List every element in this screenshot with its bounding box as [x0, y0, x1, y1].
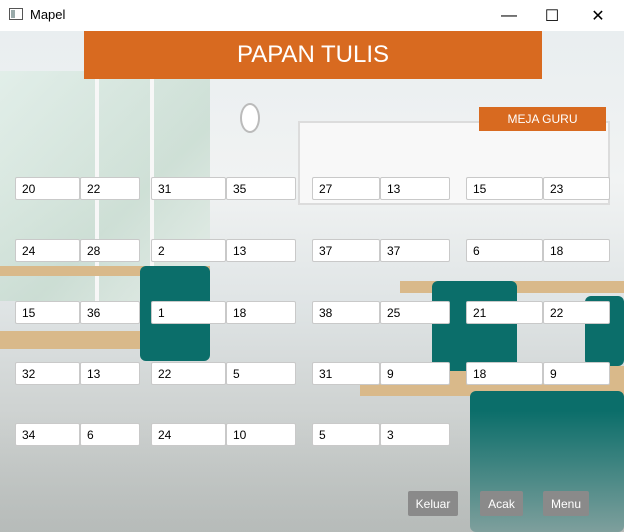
- seat-field[interactable]: 31: [151, 177, 226, 200]
- seat-field[interactable]: 23: [543, 177, 610, 200]
- seat-field[interactable]: 24: [151, 423, 226, 446]
- app-window: Mapel — ☐ ✕ PAPAN TULIS MEJA GURU 20 22 …: [0, 0, 624, 532]
- window-title: Mapel: [30, 7, 66, 22]
- seat-field[interactable]: 31: [312, 362, 380, 385]
- seat-field[interactable]: 15: [15, 301, 80, 324]
- minimize-icon[interactable]: —: [486, 0, 532, 31]
- seat-field[interactable]: 9: [380, 362, 450, 385]
- seat-field[interactable]: 18: [543, 239, 610, 262]
- seat-field[interactable]: 28: [80, 239, 140, 262]
- desk-scenery: [0, 331, 150, 349]
- menu-button[interactable]: Menu: [543, 491, 589, 516]
- seat-field[interactable]: 6: [80, 423, 140, 446]
- seat-field[interactable]: 34: [15, 423, 80, 446]
- seat-field[interactable]: 25: [380, 301, 450, 324]
- shuffle-button[interactable]: Acak: [480, 491, 523, 516]
- seat-field[interactable]: 22: [80, 177, 140, 200]
- teacher-desk-label: MEJA GURU: [479, 107, 606, 131]
- title-bar: Mapel — ☐ ✕: [0, 0, 624, 31]
- seat-field[interactable]: 18: [226, 301, 296, 324]
- clock-icon: [240, 103, 260, 133]
- seat-field[interactable]: 24: [15, 239, 80, 262]
- seat-field[interactable]: 38: [312, 301, 380, 324]
- seat-field[interactable]: 22: [543, 301, 610, 324]
- seat-field[interactable]: 10: [226, 423, 296, 446]
- seat-field[interactable]: 21: [466, 301, 543, 324]
- maximize-icon[interactable]: ☐: [529, 0, 575, 31]
- seat-field[interactable]: 2: [151, 239, 226, 262]
- app-icon: [9, 8, 23, 20]
- seat-field[interactable]: 6: [466, 239, 543, 262]
- seat-field[interactable]: 13: [226, 239, 296, 262]
- close-icon[interactable]: ✕: [575, 0, 621, 31]
- seat-field[interactable]: 9: [543, 362, 610, 385]
- seat-field[interactable]: 5: [312, 423, 380, 446]
- seat-field[interactable]: 3: [380, 423, 450, 446]
- seat-field[interactable]: 18: [466, 362, 543, 385]
- seat-field[interactable]: 22: [151, 362, 226, 385]
- seat-field[interactable]: 37: [312, 239, 380, 262]
- seat-field[interactable]: 32: [15, 362, 80, 385]
- seat-field[interactable]: 13: [80, 362, 140, 385]
- seat-field[interactable]: 20: [15, 177, 80, 200]
- seat-field[interactable]: 35: [226, 177, 296, 200]
- board-label: PAPAN TULIS: [84, 31, 542, 79]
- seat-field[interactable]: 27: [312, 177, 380, 200]
- seat-field[interactable]: 13: [380, 177, 450, 200]
- seat-field[interactable]: 15: [466, 177, 543, 200]
- seat-field[interactable]: 5: [226, 362, 296, 385]
- seat-field[interactable]: 36: [80, 301, 140, 324]
- seat-field[interactable]: 37: [380, 239, 450, 262]
- exit-button[interactable]: Keluar: [408, 491, 458, 516]
- seat-field[interactable]: 1: [151, 301, 226, 324]
- chair-scenery: [432, 281, 517, 371]
